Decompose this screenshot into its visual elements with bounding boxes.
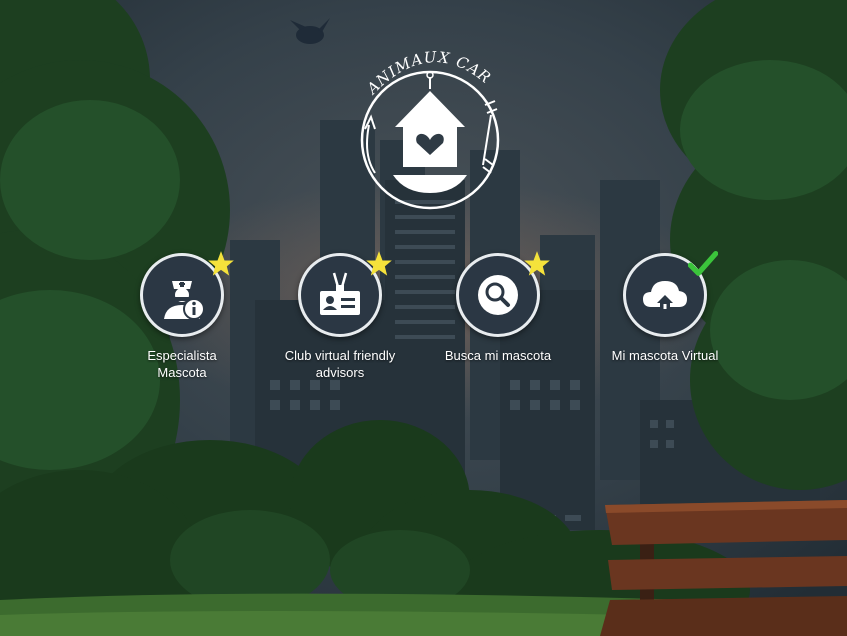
star-icon bbox=[524, 251, 550, 276]
game-scene: ANIMAUX CAR ES bbox=[0, 0, 847, 636]
menu-busca-mi-mascota[interactable]: Busca mi mascota bbox=[423, 251, 573, 364]
busca-mi-mascota-label: Busca mi mascota bbox=[444, 348, 552, 363]
id-card-icon bbox=[320, 272, 360, 315]
menu-especialista-mascota[interactable]: Especialista Mascota bbox=[107, 251, 257, 381]
busca-mi-mascota-button[interactable] bbox=[456, 251, 550, 337]
especialista-mascota-label: Especialista Mascota bbox=[147, 348, 217, 380]
menu-club-virtual[interactable]: Club virtual friendly advisors bbox=[265, 251, 415, 381]
checkmark-icon bbox=[688, 251, 718, 276]
cloud-home-icon bbox=[643, 281, 687, 309]
animaux-cares-logo: ANIMAUX CARES bbox=[338, 11, 515, 225]
vet-info-icon bbox=[164, 281, 205, 320]
especialista-mascota-button[interactable] bbox=[140, 251, 234, 337]
park-bench bbox=[600, 500, 847, 636]
mi-mascota-virtual-button[interactable] bbox=[623, 251, 718, 337]
club-virtual-button[interactable] bbox=[298, 251, 392, 337]
star-icon bbox=[208, 251, 234, 276]
star-icon bbox=[366, 251, 392, 276]
mi-mascota-virtual-label: Mi mascota Virtual bbox=[611, 348, 719, 363]
menu-mi-mascota-virtual[interactable]: Mi mascota Virtual bbox=[590, 251, 740, 364]
club-virtual-label: Club virtual friendly advisors bbox=[284, 348, 396, 380]
search-icon bbox=[478, 275, 518, 315]
